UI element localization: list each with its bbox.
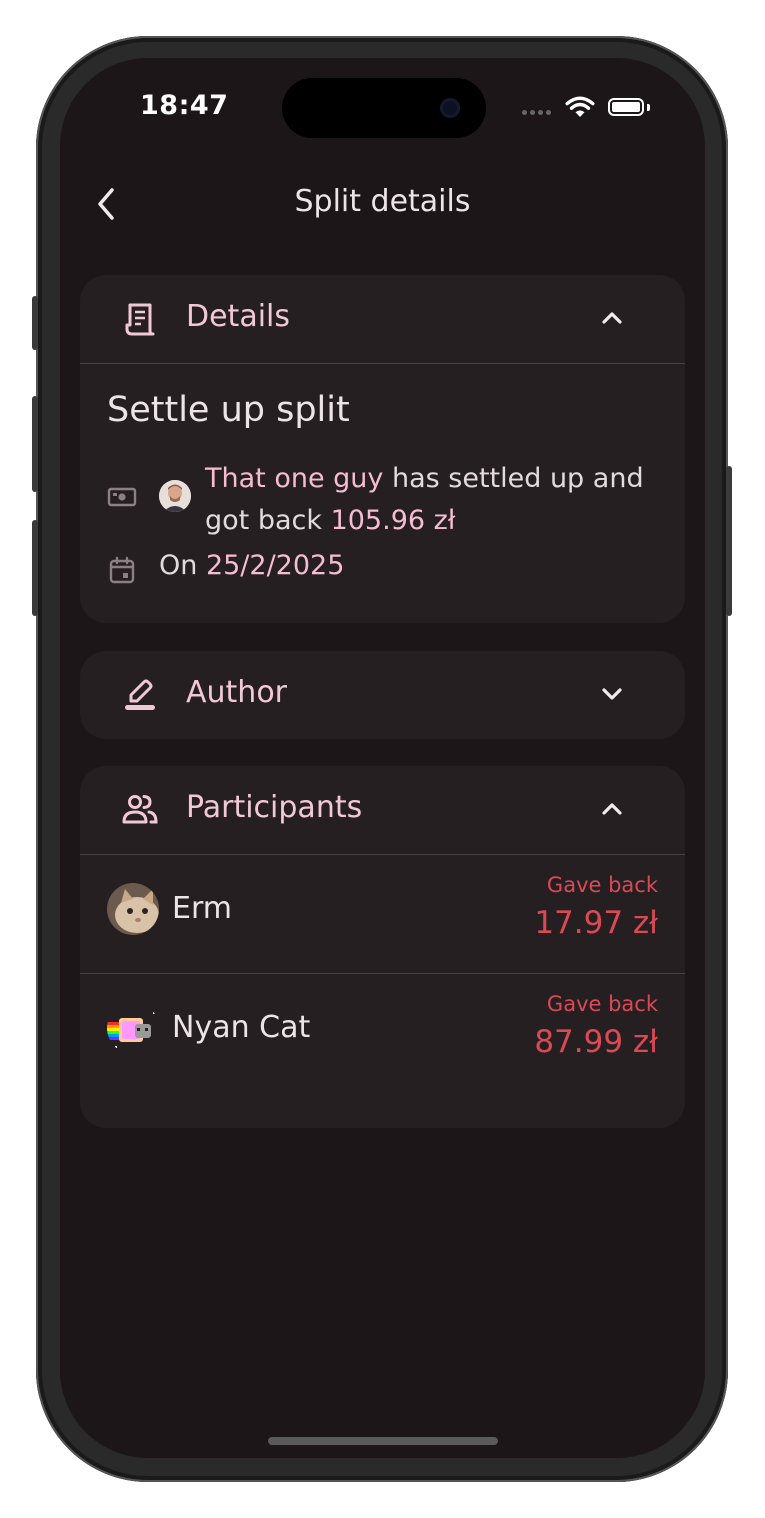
status-bar: 18:47 [60, 58, 705, 158]
participant-amount: 17.97 zł [534, 905, 658, 941]
expense-title: Settle up split [107, 390, 350, 430]
payments-icon [107, 487, 137, 507]
participant-status: Gave back [546, 992, 658, 1016]
calendar-icon [109, 556, 135, 584]
battery-icon [608, 98, 644, 116]
volume-up-button [32, 396, 38, 492]
volume-down-button [32, 520, 38, 616]
app-header: Split details [60, 158, 705, 248]
date-prefix: On [159, 550, 206, 581]
participant-avatar-erm [107, 883, 159, 935]
divider [80, 363, 685, 364]
participants-section-header[interactable]: Participants [80, 766, 685, 854]
date-line: On 25/2/2025 [159, 550, 344, 581]
battery-tip [647, 104, 650, 111]
home-indicator[interactable] [268, 1437, 498, 1445]
screen: 18:47 Split details Details Settle up sp… [60, 58, 705, 1458]
author-section-header[interactable]: Author [80, 651, 685, 739]
participant-name: Nyan Cat [172, 1010, 311, 1045]
cellular-signal-icon [522, 110, 551, 115]
chevron-up-icon [602, 312, 622, 324]
participant-name: Erm [172, 891, 232, 926]
chevron-down-icon [602, 688, 622, 700]
chevron-up-icon [602, 803, 622, 815]
settle-amount: 105.96 zł [330, 505, 456, 536]
people-icon [122, 795, 158, 824]
dynamic-island [282, 78, 486, 138]
edit-pen-icon [125, 679, 155, 710]
camera-icon [440, 98, 460, 118]
participant-row[interactable]: Erm Gave back 17.97 zł [80, 855, 685, 973]
participant-row[interactable]: Nyan Cat Gave back 87.99 zł [80, 974, 685, 1092]
content: Details Settle up split That one guy has… [60, 248, 705, 1458]
participants-section-title: Participants [186, 790, 363, 825]
settle-summary: That one guy has settled up and got back… [205, 458, 665, 542]
details-section-header[interactable]: Details [80, 275, 685, 363]
payer-avatar [159, 480, 191, 512]
side-button [32, 296, 38, 350]
author-section-title: Author [186, 675, 288, 710]
author-card: Author [80, 651, 685, 739]
participant-avatar-nyan-cat [107, 1002, 159, 1054]
receipt-icon [125, 303, 155, 336]
details-card: Details Settle up split That one guy has… [80, 275, 685, 623]
page-title: Split details [294, 184, 471, 219]
wifi-icon [565, 96, 595, 117]
participant-status: Gave back [546, 873, 658, 897]
power-button [726, 466, 732, 616]
participant-amount: 87.99 zł [534, 1024, 658, 1060]
payer-name: That one guy [205, 463, 384, 494]
participants-card: Participants Erm Gave back 17.97 zł Nyan… [80, 766, 685, 1128]
status-time: 18:47 [140, 90, 229, 121]
split-date: 25/2/2025 [205, 550, 345, 581]
details-section-title: Details [186, 299, 291, 334]
